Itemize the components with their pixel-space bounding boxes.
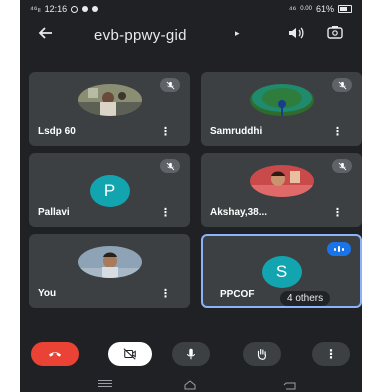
- microphone-button[interactable]: [172, 342, 210, 366]
- participant-name: Lsdp 60: [38, 126, 76, 137]
- mic-off-icon: [332, 78, 352, 92]
- recent-apps-icon[interactable]: [98, 380, 112, 389]
- more-options-icon[interactable]: ⋮: [332, 127, 343, 138]
- avatar: [249, 84, 314, 116]
- participant-tile[interactable]: Samruddhi ⋮: [201, 72, 362, 146]
- mic-off-icon: [160, 78, 180, 92]
- data-speed: 0.00: [300, 6, 312, 12]
- more-options-icon[interactable]: ⋮: [160, 127, 171, 138]
- raise-hand-button[interactable]: [243, 342, 281, 366]
- speaker-icon[interactable]: [288, 26, 304, 43]
- more-options-icon[interactable]: ⋮: [160, 208, 171, 219]
- signal-indicator: ⁴⁶ₗₗ: [30, 4, 41, 14]
- participant-name: PPCOF: [220, 289, 255, 300]
- participant-name: Samruddhi: [210, 126, 263, 137]
- participant-tile[interactable]: P Pallavi ⋮: [29, 153, 190, 227]
- end-call-button[interactable]: [31, 342, 79, 366]
- notification-icon: [82, 6, 89, 12]
- mic-off-icon: [332, 159, 352, 173]
- more-options-icon[interactable]: ⋮: [160, 289, 171, 300]
- back-icon[interactable]: [283, 378, 297, 390]
- network-indicator: ⁴⁶: [288, 4, 297, 14]
- sync-icon: [71, 5, 79, 13]
- meeting-code[interactable]: evb-ppwy-gid: [94, 27, 187, 44]
- participant-tile[interactable]: Lsdp 60 ⋮: [29, 72, 190, 146]
- participant-tile-self[interactable]: You ⋮: [29, 234, 190, 308]
- avatar: [249, 165, 314, 197]
- participant-tile-active[interactable]: S PPCOF 4 others: [201, 234, 362, 308]
- avatar: P: [89, 175, 130, 207]
- participant-name: You: [38, 288, 57, 299]
- home-icon[interactable]: [184, 377, 196, 390]
- camera-off-button[interactable]: [108, 342, 152, 366]
- meeting-header: evb-ppwy-gid ▸: [20, 22, 362, 50]
- switch-camera-icon[interactable]: [327, 25, 343, 44]
- battery-percent: 61%: [315, 4, 334, 14]
- avatar: S: [261, 256, 302, 288]
- avatar: [77, 84, 142, 116]
- participant-tile[interactable]: Akshay,38... ⋮: [201, 153, 362, 227]
- phone-screen: ⁴⁶ₗₗ 12:16 ⁴⁶ 0.00 61% evb-ppwy-gid ▸ Ls…: [20, 0, 362, 392]
- more-options-icon[interactable]: ⋮: [332, 208, 343, 219]
- status-bar: ⁴⁶ₗₗ 12:16 ⁴⁶ 0.00 61%: [20, 0, 362, 18]
- more-options-button[interactable]: ⋮: [312, 342, 350, 366]
- speaking-indicator-icon: [327, 242, 351, 256]
- others-count-badge[interactable]: 4 others: [280, 291, 331, 306]
- avatar: [77, 246, 142, 278]
- participant-name: Akshay,38...: [210, 207, 268, 218]
- chat-icon: [92, 6, 99, 12]
- battery-icon: [338, 5, 352, 13]
- status-time: 12:16: [44, 4, 68, 14]
- caret-right-icon[interactable]: ▸: [235, 28, 240, 39]
- mic-off-icon: [160, 159, 180, 173]
- participant-name: Pallavi: [38, 207, 70, 218]
- arrow-left-icon[interactable]: [38, 25, 54, 45]
- navigation-bar: [20, 374, 362, 392]
- call-controls: ⋮: [20, 342, 362, 368]
